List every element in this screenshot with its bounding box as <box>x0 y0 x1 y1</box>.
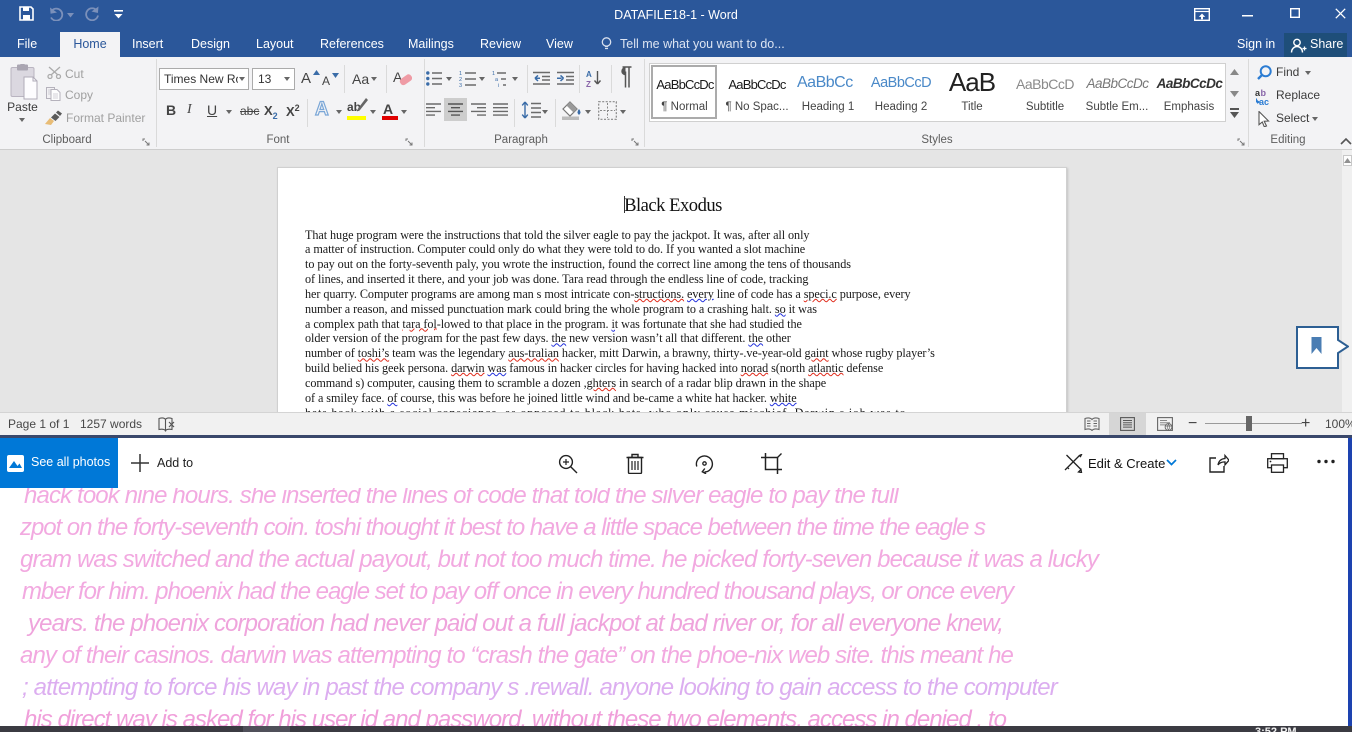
svg-text:Z: Z <box>586 80 591 88</box>
svg-text:3: 3 <box>459 83 462 87</box>
svg-text:i: i <box>498 83 499 87</box>
svg-text:A: A <box>586 70 592 79</box>
svg-text:ac: ac <box>1259 97 1269 105</box>
